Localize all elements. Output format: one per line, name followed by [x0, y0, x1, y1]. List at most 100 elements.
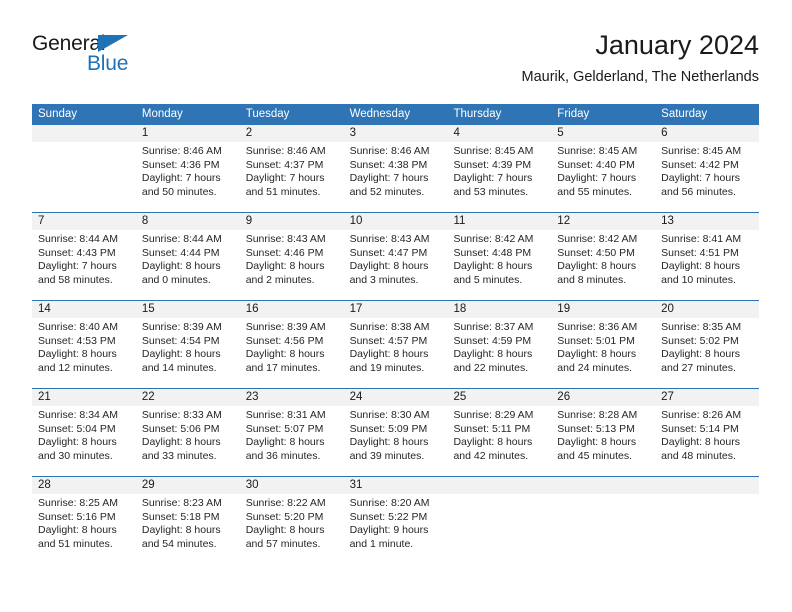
day-cell-7[interactable]: Sunrise: 8:44 AM Sunset: 4:43 PM Daylight:… [32, 230, 136, 300]
day-cell-12[interactable]: Sunrise: 8:42 AM Sunset: 4:50 PM Daylight:… [551, 230, 655, 300]
day-detail-line: Sunrise: 8:40 AM [38, 321, 118, 333]
day-cell-4[interactable]: Sunrise: 8:45 AM Sunset: 4:39 PM Daylight:… [447, 142, 551, 212]
day-detail-line: and 27 minutes. [661, 361, 736, 374]
day-cell-9[interactable]: Sunrise: 8:43 AM Sunset: 4:46 PM Daylight:… [240, 230, 344, 300]
week-detail-band: Sunrise: 8:25 AM Sunset: 5:16 PM Daylight:… [32, 494, 759, 564]
day-detail-line: Sunrise: 8:22 AM [245, 497, 326, 509]
day-number-5[interactable]: 5 [551, 125, 655, 142]
day-number-9[interactable]: 9 [240, 213, 344, 230]
day-cell-2[interactable]: Sunrise: 8:46 AM Sunset: 4:37 PM Daylight:… [240, 142, 344, 212]
generalblue-logo[interactable]: General Blue [32, 32, 212, 86]
day-number-6[interactable]: 6 [655, 125, 759, 142]
day-number-13[interactable]: 13 [655, 213, 759, 230]
day-cell-20[interactable]: Sunrise: 8:35 AM Sunset: 5:02 PM Daylight:… [655, 318, 759, 388]
day-detail-line: Sunrise: 8:39 AM [141, 321, 222, 333]
day-detail-line: Sunrise: 8:46 AM [349, 145, 430, 157]
day-number-1[interactable]: 1 [136, 125, 240, 142]
day-number-19[interactable]: 19 [551, 301, 655, 318]
day-detail-line: and 58 minutes. [38, 273, 113, 286]
day-number-24[interactable]: 24 [344, 389, 448, 406]
day-detail-line: and 8 minutes. [557, 273, 627, 286]
day-number-11[interactable]: 11 [447, 213, 551, 230]
day-detail-line: Sunset: 4:51 PM [661, 246, 739, 259]
day-number-15[interactable]: 15 [136, 301, 240, 318]
day-cell-30[interactable]: Sunrise: 8:22 AM Sunset: 5:20 PM Daylight:… [240, 494, 344, 564]
day-cell-10[interactable]: Sunrise: 8:43 AM Sunset: 4:47 PM Daylight:… [344, 230, 448, 300]
day-detail-line: and 14 minutes. [141, 361, 217, 374]
day-cell-18[interactable]: Sunrise: 8:37 AM Sunset: 4:59 PM Daylight:… [447, 318, 551, 388]
day-number-26[interactable]: 26 [551, 389, 655, 406]
day-number-17[interactable]: 17 [344, 301, 448, 318]
day-detail-line: Sunset: 4:56 PM [245, 334, 324, 347]
day-detail-line: Sunrise: 8:26 AM [661, 409, 742, 421]
day-detail-line: Daylight: 8 hours [661, 260, 740, 273]
day-number-4[interactable]: 4 [447, 125, 551, 142]
day-number-23[interactable]: 23 [240, 389, 344, 406]
day-cell-26[interactable]: Sunrise: 8:28 AM Sunset: 5:13 PM Daylight:… [551, 406, 655, 476]
day-cell-23[interactable]: Sunrise: 8:31 AM Sunset: 5:07 PM Daylight:… [240, 406, 344, 476]
day-cell-16[interactable]: Sunrise: 8:39 AM Sunset: 4:56 PM Daylight:… [240, 318, 344, 388]
day-number-12[interactable]: 12 [551, 213, 655, 230]
day-number-8[interactable]: 8 [136, 213, 240, 230]
day-number-10[interactable]: 10 [344, 213, 448, 230]
day-detail-line: Daylight: 8 hours [453, 260, 533, 273]
day-cell-22[interactable]: Sunrise: 8:33 AM Sunset: 5:06 PM Daylight:… [136, 406, 240, 476]
day-detail-line: and 36 minutes. [245, 449, 321, 462]
day-detail-line: Sunrise: 8:45 AM [661, 145, 742, 157]
day-detail-line: Daylight: 8 hours [661, 348, 740, 361]
day-cell-11[interactable]: Sunrise: 8:42 AM Sunset: 4:48 PM Daylight:… [447, 230, 551, 300]
day-number-22[interactable]: 22 [136, 389, 240, 406]
day-number-27[interactable]: 27 [655, 389, 759, 406]
day-cell-25[interactable]: Sunrise: 8:29 AM Sunset: 5:11 PM Daylight:… [447, 406, 551, 476]
day-number-3[interactable]: 3 [344, 125, 448, 142]
day-detail-line: Daylight: 7 hours [245, 172, 325, 185]
day-cell-21[interactable]: Sunrise: 8:34 AM Sunset: 5:04 PM Daylight:… [32, 406, 136, 476]
day-cell-empty [551, 494, 655, 564]
day-cell-3[interactable]: Sunrise: 8:46 AM Sunset: 4:38 PM Daylight:… [344, 142, 448, 212]
day-detail-line: Sunset: 4:57 PM [349, 334, 428, 347]
day-detail-line: Sunrise: 8:44 AM [141, 233, 222, 245]
day-detail-line: Sunrise: 8:42 AM [453, 233, 534, 245]
day-cell-24[interactable]: Sunrise: 8:30 AM Sunset: 5:09 PM Daylight:… [344, 406, 448, 476]
day-detail-line: Daylight: 8 hours [38, 348, 117, 361]
day-number-2[interactable]: 2 [240, 125, 344, 142]
day-number-16[interactable]: 16 [240, 301, 344, 318]
calendar-week-row: 14 15 16 17 18 19 20 Sunrise: 8:40 AM Sunset: 4:… [32, 300, 759, 388]
day-detail-line: Sunset: 5:07 PM [245, 422, 324, 435]
day-detail-line: Daylight: 8 hours [245, 348, 325, 361]
day-cell-5[interactable]: Sunrise: 8:45 AM Sunset: 4:40 PM Daylight:… [551, 142, 655, 212]
day-cell-13[interactable]: Sunrise: 8:41 AM Sunset: 4:51 PM Daylight:… [655, 230, 759, 300]
day-detail-line: Sunset: 5:13 PM [557, 422, 635, 435]
day-number-25[interactable]: 25 [447, 389, 551, 406]
day-detail-line: and 42 minutes. [453, 449, 529, 462]
calendar-week-row: 1 2 3 4 5 6 Sunrise: 8:46 AM Sunset: 4:36 PM Day… [32, 125, 759, 212]
day-number-29[interactable]: 29 [136, 477, 240, 494]
day-number-30[interactable]: 30 [240, 477, 344, 494]
day-cell-1[interactable]: Sunrise: 8:46 AM Sunset: 4:36 PM Daylight:… [136, 142, 240, 212]
day-cell-31[interactable]: Sunrise: 8:20 AM Sunset: 5:22 PM Daylight:… [344, 494, 448, 564]
day-number-31[interactable]: 31 [344, 477, 448, 494]
day-detail-line: Daylight: 8 hours [141, 260, 221, 273]
day-cell-6[interactable]: Sunrise: 8:45 AM Sunset: 4:42 PM Daylight:… [655, 142, 759, 212]
day-number-28[interactable]: 28 [32, 477, 136, 494]
day-cell-14[interactable]: Sunrise: 8:40 AM Sunset: 4:53 PM Daylight:… [32, 318, 136, 388]
day-cell-15[interactable]: Sunrise: 8:39 AM Sunset: 4:54 PM Daylight:… [136, 318, 240, 388]
day-cell-17[interactable]: Sunrise: 8:38 AM Sunset: 4:57 PM Daylight:… [344, 318, 448, 388]
day-number-14[interactable]: 14 [32, 301, 136, 318]
day-cell-27[interactable]: Sunrise: 8:26 AM Sunset: 5:14 PM Daylight:… [655, 406, 759, 476]
day-number-7[interactable]: 7 [32, 213, 136, 230]
day-cell-19[interactable]: Sunrise: 8:36 AM Sunset: 5:01 PM Daylight:… [551, 318, 655, 388]
day-detail-line: Sunrise: 8:45 AM [453, 145, 534, 157]
day-detail-line: Sunrise: 8:39 AM [245, 321, 326, 333]
day-cell-28[interactable]: Sunrise: 8:25 AM Sunset: 5:16 PM Daylight:… [32, 494, 136, 564]
day-number-20[interactable]: 20 [655, 301, 759, 318]
day-cell-empty [447, 494, 551, 564]
day-number-18[interactable]: 18 [447, 301, 551, 318]
day-detail-line: Sunrise: 8:31 AM [245, 409, 326, 421]
day-cell-8[interactable]: Sunrise: 8:44 AM Sunset: 4:44 PM Daylight:… [136, 230, 240, 300]
day-detail-line: and 1 minute. [349, 537, 414, 550]
day-number-21[interactable]: 21 [32, 389, 136, 406]
calendar-week-row: 7 8 9 10 11 12 13 Sunrise: 8:44 AM Sunset: 4:43 … [32, 212, 759, 300]
day-cell-29[interactable]: Sunrise: 8:23 AM Sunset: 5:18 PM Daylight:… [136, 494, 240, 564]
page-subtitle: Maurik, Gelderland, The Netherlands [521, 69, 760, 85]
